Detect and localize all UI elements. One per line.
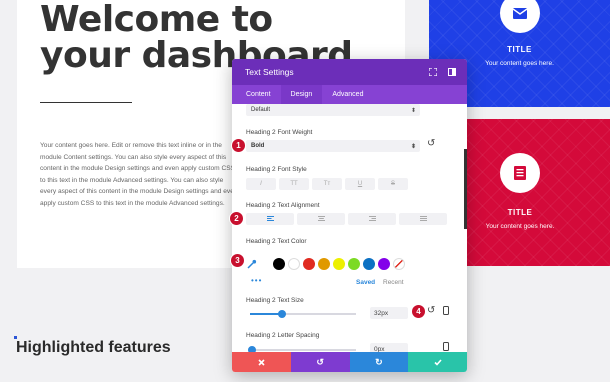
color-swatch[interactable] [273,258,285,270]
divider [40,102,132,103]
text-size-slider[interactable] [250,310,356,318]
reset-icon[interactable]: ↺ [427,138,435,149]
align-justify-icon[interactable] [399,213,447,225]
modal-header: Text Settings [232,59,467,85]
redo-icon: ↻ [375,356,383,367]
phone-icon[interactable] [443,342,449,352]
eyedropper-icon[interactable] [246,258,258,270]
font-style-buttons: I TT Tт U S [246,178,408,190]
tab-advanced[interactable]: Advanced [322,85,373,104]
letter-spacing-label: Heading 2 Letter Spacing [246,332,320,339]
color-swatch[interactable] [363,258,375,270]
align-center-icon[interactable] [297,213,345,225]
modal-footer: ↺ ↻ [232,352,467,372]
font-style-label: Heading 2 Font Style [246,166,307,173]
modal-body: Default ⬍ Heading 2 Font Weight Bold ⬍ ↺… [232,104,467,352]
more-options-icon[interactable]: ••• [251,276,262,285]
align-right-icon[interactable] [348,213,396,225]
phone-icon[interactable] [443,306,449,318]
italic-button[interactable]: I [246,178,276,190]
step-badge: 2 [229,211,244,226]
color-swatches [273,258,405,270]
hero-body-text: Your content goes here. Edit or remove t… [40,142,238,207]
select-value: Default [251,107,271,113]
chevron-updown-icon: ⬍ [410,143,416,150]
step-badge: 4 [411,304,426,319]
color-swatch[interactable] [348,258,360,270]
heading-level-select[interactable]: Default ⬍ [246,104,420,116]
document-icon [500,153,540,193]
font-weight-label: Heading 2 Font Weight [246,129,313,136]
reset-icon[interactable]: ↺ [427,305,435,316]
letter-spacing-input[interactable]: 0px [370,343,408,352]
undo-icon: ↺ [316,356,324,367]
tab-design[interactable]: Design [280,85,323,104]
capitalize-button[interactable]: Tт [312,178,342,190]
undo-button[interactable]: ↺ [290,352,350,372]
text-size-label: Heading 2 Text Size [246,297,304,304]
modal-tabs: Content Design Advanced [232,85,467,104]
step-badge: 3 [230,253,245,268]
envelope-icon [500,0,540,33]
color-swatch[interactable] [288,258,300,270]
underline-button[interactable]: U [345,178,375,190]
slider-handle[interactable] [277,310,286,318]
modal-title: Text Settings [245,67,294,77]
text-alignment-label: Heading 2 Text Alignment [246,202,320,209]
no-color-swatch[interactable] [393,258,405,270]
checkmark-icon [434,358,442,366]
text-settings-modal: Text Settings Content Design Advanced De… [232,59,467,372]
color-swatch[interactable] [303,258,315,270]
card-title: TITLE [507,45,532,54]
color-swatch[interactable] [333,258,345,270]
scrollbar[interactable] [464,149,467,229]
tab-content[interactable]: Content [236,85,281,104]
color-swatch[interactable] [378,258,390,270]
color-swatch[interactable] [318,258,330,270]
text-color-label: Heading 2 Text Color [246,238,307,245]
close-icon [258,358,265,366]
redo-button[interactable]: ↻ [349,352,409,372]
letter-spacing-slider[interactable] [248,346,356,352]
align-left-icon[interactable] [246,213,294,225]
saved-tab[interactable]: Saved [356,279,375,286]
expand-icon[interactable] [428,67,438,77]
select-value: Bold [251,143,265,149]
uppercase-button[interactable]: TT [279,178,309,190]
save-button[interactable] [408,352,467,372]
recent-tab[interactable]: Recent [383,279,404,286]
highlighted-features-title: Highlighted features [16,339,171,356]
discard-button[interactable] [232,352,291,372]
chevron-updown-icon: ⬍ [410,107,416,114]
text-size-input[interactable]: 32px [370,307,408,319]
step-badge: 1 [231,138,246,153]
alignment-buttons [246,213,447,225]
font-weight-select[interactable]: Bold ⬍ [246,140,420,152]
sidebar-toggle-icon[interactable] [447,67,457,77]
strikethrough-button[interactable]: S [378,178,408,190]
